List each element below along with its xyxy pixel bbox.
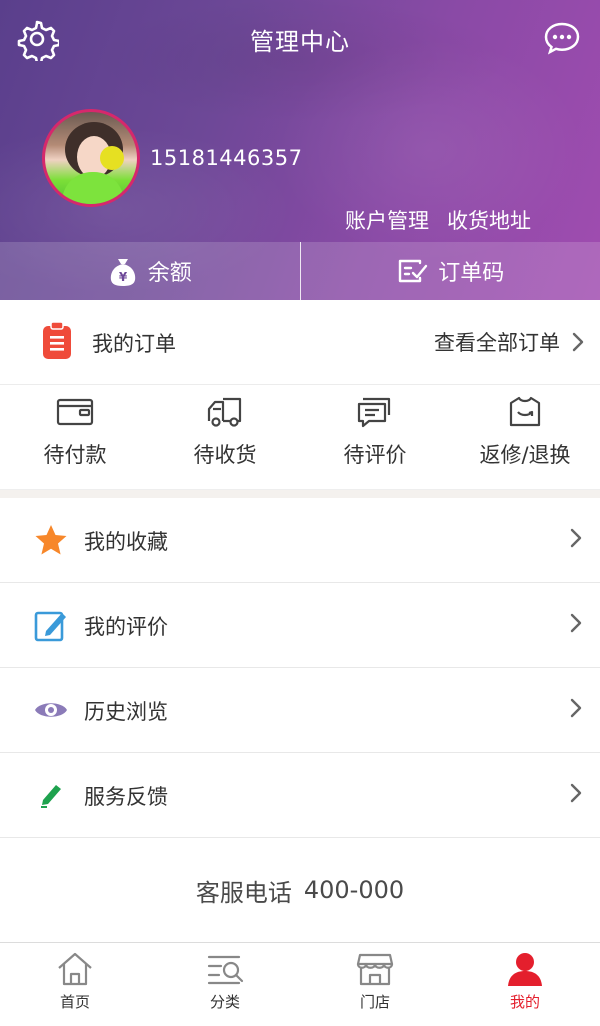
chat-bubble-icon — [544, 20, 580, 56]
return-exchange-button[interactable]: 返修/退换 — [450, 385, 600, 489]
balance-button[interactable]: ¥ 余额 — [0, 242, 300, 300]
top-bar: 管理中心 — [0, 0, 600, 78]
svg-text:¥: ¥ — [119, 270, 128, 284]
shipping-address-link[interactable]: 收货地址 — [447, 205, 531, 235]
tab-category-label: 分类 — [210, 991, 240, 1012]
customer-service-label: 客服电话 — [196, 873, 292, 908]
clipboard-icon — [41, 321, 73, 361]
tab-mine[interactable]: 我的 — [450, 943, 600, 1026]
page-title: 管理中心 — [0, 22, 600, 57]
tab-home[interactable]: 首页 — [0, 943, 150, 1026]
pending-payment-button[interactable]: 待付款 — [0, 385, 150, 489]
browsing-history-label: 历史浏览 — [84, 696, 168, 726]
my-orders-row[interactable]: 我的订单 查看全部订单 — [0, 300, 600, 385]
summary-bar: ¥ 余额 订单码 — [0, 242, 600, 300]
tab-home-label: 首页 — [60, 991, 90, 1012]
menu-list: 我的收藏 我的评价 历史浏览 — [0, 498, 600, 838]
pending-receipt-label: 待收货 — [194, 439, 257, 469]
my-reviews-row[interactable]: 我的评价 — [0, 583, 600, 668]
chevron-right-icon — [570, 698, 582, 718]
edit-note-icon — [34, 608, 68, 642]
return-exchange-label: 返修/退换 — [479, 439, 570, 469]
money-bag-icon: ¥ — [108, 255, 138, 287]
my-reviews-label: 我的评价 — [84, 611, 168, 641]
message-button[interactable] — [538, 14, 586, 62]
chevron-right-icon — [570, 783, 582, 803]
bottom-tab-bar: 首页 分类 门店 — [0, 942, 600, 1026]
tab-category[interactable]: 分类 — [150, 943, 300, 1026]
view-all-orders-label: 查看全部订单 — [434, 327, 560, 357]
service-feedback-row[interactable]: 服务反馈 — [0, 753, 600, 838]
order-code-label: 订单码 — [438, 255, 504, 287]
service-feedback-label: 服务反馈 — [84, 781, 168, 811]
user-icon — [505, 950, 545, 988]
my-favorites-row[interactable]: 我的收藏 — [0, 498, 600, 583]
star-icon — [34, 523, 68, 557]
view-all-orders-link[interactable]: 查看全部订单 — [434, 327, 584, 357]
pencil-icon — [34, 778, 68, 812]
order-code-icon — [396, 257, 428, 285]
pending-receipt-button[interactable]: 待收货 — [150, 385, 300, 489]
wallet-icon — [55, 395, 95, 429]
order-status-shortcuts: 待付款 待收货 待评价 — [0, 385, 600, 489]
account-management-link[interactable]: 账户管理 — [345, 205, 429, 235]
tab-store[interactable]: 门店 — [300, 943, 450, 1026]
balance-label: 余额 — [148, 255, 192, 287]
tab-store-label: 门店 — [360, 991, 390, 1012]
browsing-history-row[interactable]: 历史浏览 — [0, 668, 600, 753]
truck-icon — [205, 395, 245, 429]
category-icon — [205, 950, 245, 988]
pending-payment-label: 待付款 — [44, 439, 107, 469]
chevron-right-icon — [570, 613, 582, 633]
account-links: 账户管理 收货地址 — [345, 205, 531, 235]
chevron-right-icon — [572, 332, 584, 352]
chevron-right-icon — [570, 528, 582, 548]
phone-number: 15181446357 — [150, 146, 302, 170]
my-favorites-label: 我的收藏 — [84, 526, 168, 556]
pending-review-button[interactable]: 待评价 — [300, 385, 450, 489]
shirt-icon — [505, 395, 545, 429]
tab-mine-label: 我的 — [510, 991, 540, 1012]
pending-review-label: 待评价 — [344, 439, 407, 469]
order-code-button[interactable]: 订单码 — [301, 242, 600, 300]
home-icon — [55, 950, 95, 988]
eye-icon — [34, 693, 68, 727]
profile-header: 管理中心 15181446357 账户管理 收货地址 — [0, 0, 600, 300]
my-orders-label: 我的订单 — [92, 328, 176, 358]
comment-icon — [355, 395, 395, 429]
avatar[interactable] — [42, 109, 140, 207]
store-icon — [355, 950, 395, 988]
customer-service-number: 400-000 — [304, 876, 404, 904]
customer-service-phone[interactable]: 客服电话 400-000 — [0, 838, 600, 942]
